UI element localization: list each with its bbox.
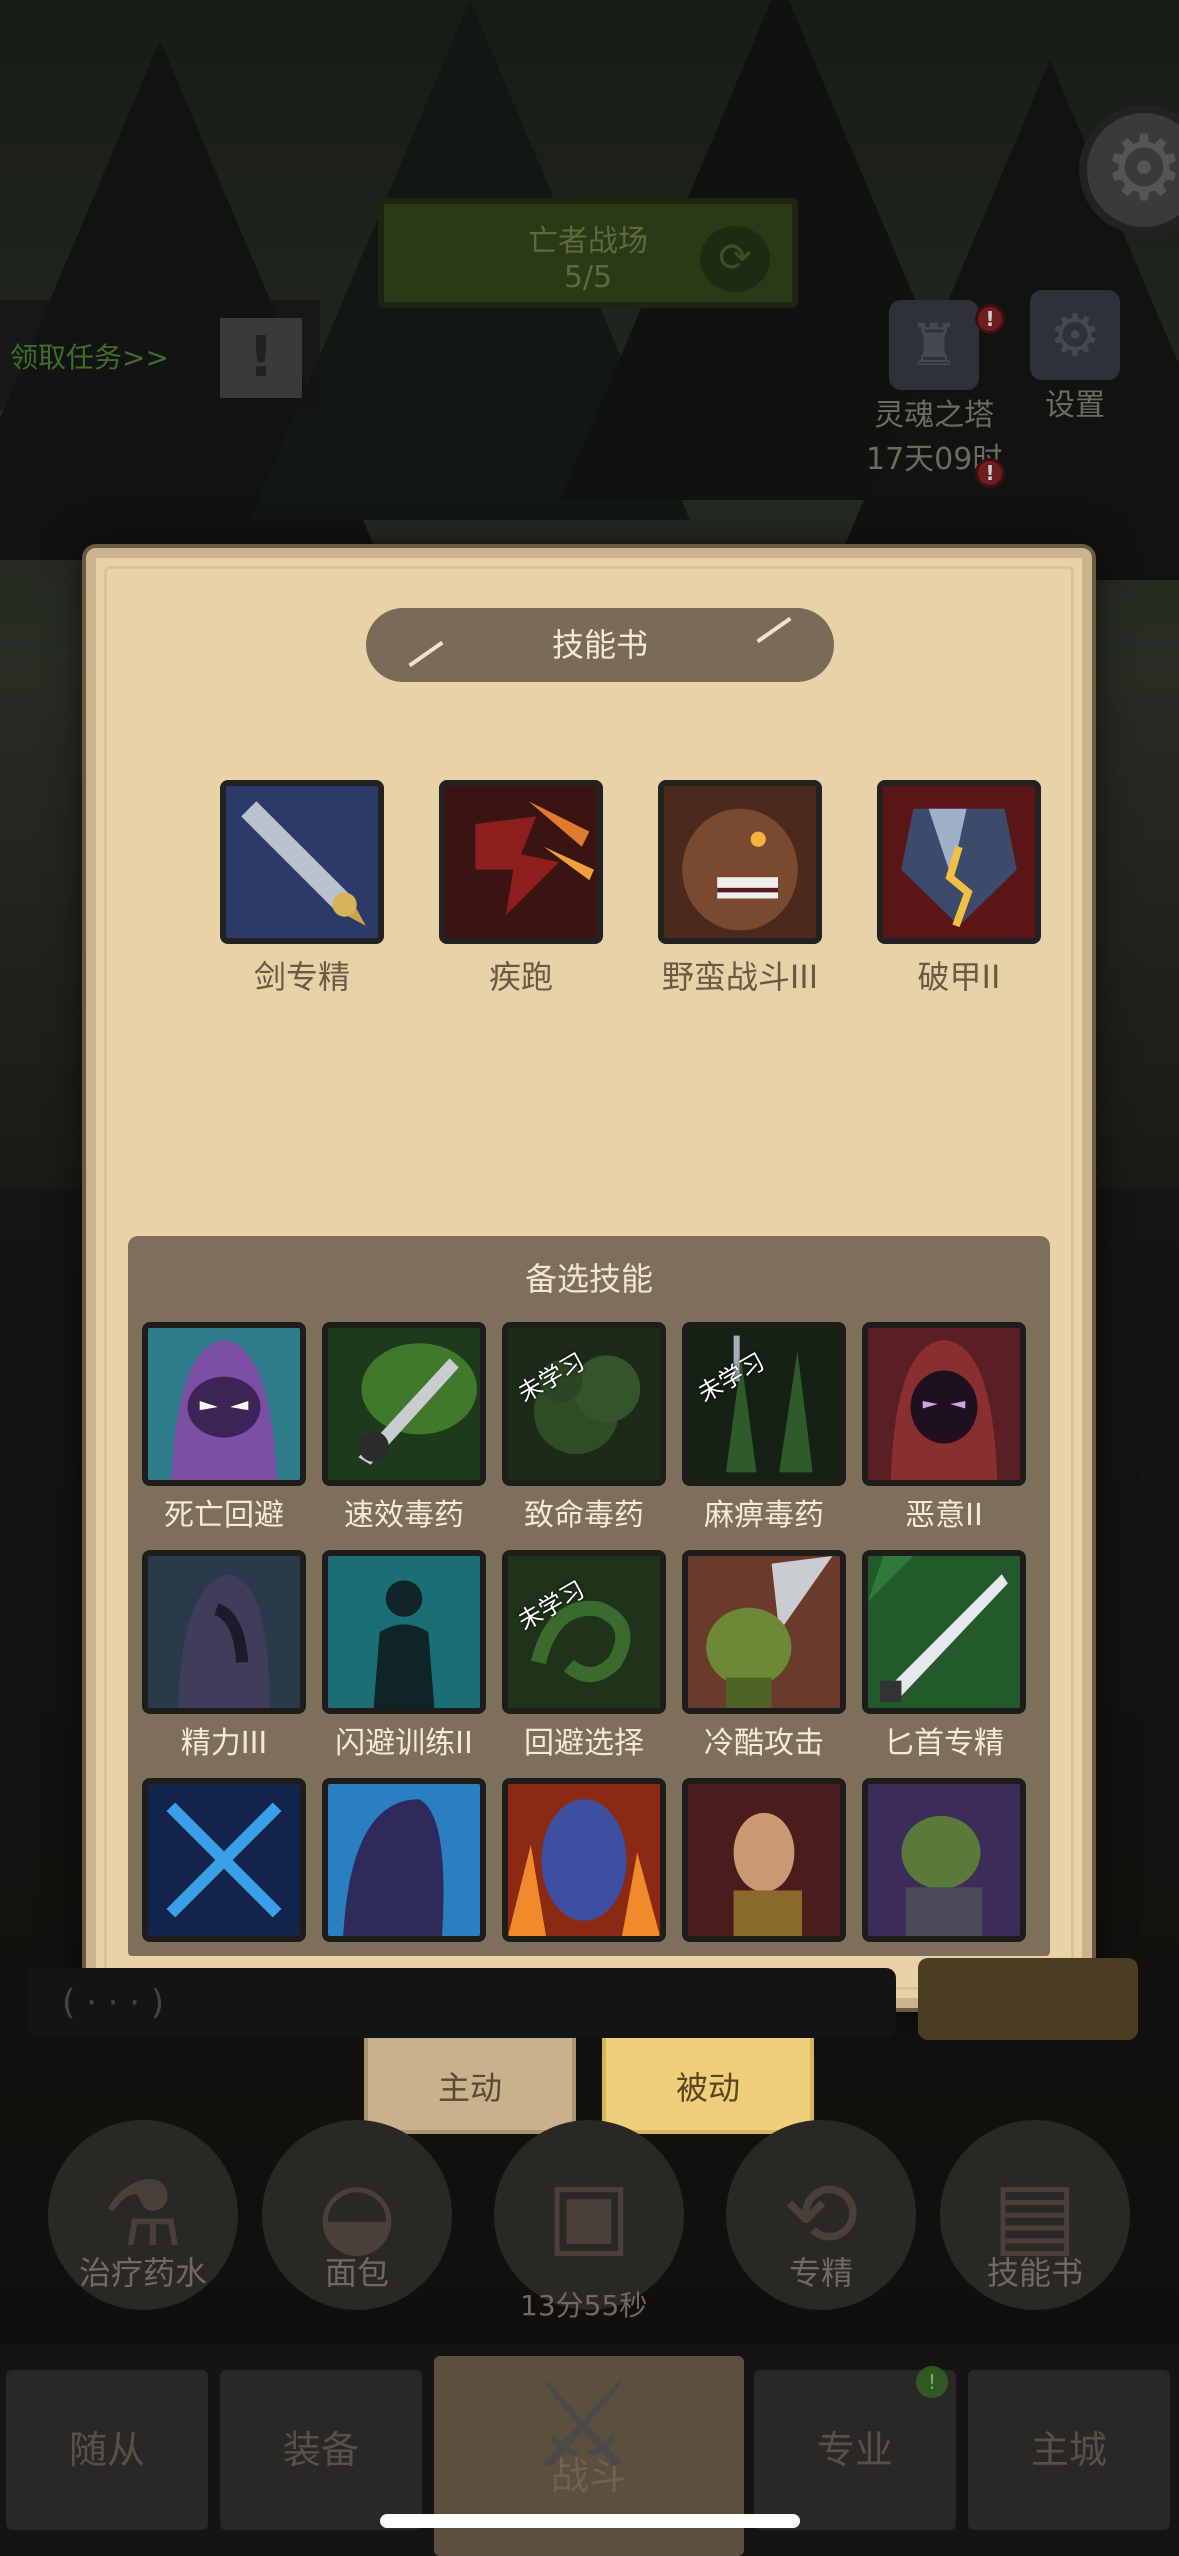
bar-button[interactable]	[918, 1958, 1138, 2040]
equipped-skill[interactable]: 破甲II	[877, 780, 1041, 998]
crossed-blades-icon	[142, 1778, 306, 1942]
tower-label: 灵魂之塔	[874, 398, 995, 433]
werewolf-icon	[658, 780, 822, 944]
skill-label: 恶意II	[905, 1498, 983, 1533]
candidate-skill[interactable]: 精力III	[142, 1550, 306, 1762]
cog-icon: ⚙	[1030, 290, 1120, 380]
skill-label: 疾跑	[488, 958, 553, 996]
candidate-title: 备选技能	[524, 1260, 653, 1298]
tower-icon: ♜	[889, 300, 980, 390]
quest-bar[interactable]: 领取任务>> !	[0, 300, 320, 410]
consumable-label: 治疗药水	[78, 2254, 207, 2292]
candidate-skill[interactable]: 匕首专精	[862, 1550, 1026, 1762]
consumable-label: 专精	[788, 2254, 853, 2292]
broken-armor-icon	[877, 780, 1041, 944]
candidate-skill[interactable]	[142, 1778, 306, 1942]
skill-label: 匕首专精	[884, 1726, 1004, 1761]
skill-label: 死亡回避	[164, 1498, 284, 1533]
chest-timer: 13分55秒	[520, 2289, 648, 2322]
consumable-label: 技能书	[986, 2254, 1083, 2292]
alert-icon[interactable]: !	[220, 318, 302, 398]
consumable-slot[interactable]: ▤ 技能书	[940, 2120, 1130, 2310]
notification-dot: !	[916, 2366, 948, 2398]
quest-text[interactable]: 领取任务>>	[10, 336, 169, 376]
consumable-slot[interactable]: ⟲ 专精	[726, 2120, 916, 2310]
fist-blade-icon	[682, 1550, 846, 1714]
skill-label: 麻痹毒药	[704, 1498, 824, 1533]
fire-face-icon	[502, 1778, 666, 1942]
skill-label: 剑专精	[253, 958, 350, 996]
dialog-title: 技能书	[551, 626, 648, 664]
candidate-skill[interactable]: 未学习 致命毒药	[502, 1322, 666, 1534]
poison-cloud-icon: 未学习	[502, 1322, 666, 1486]
candidate-skill[interactable]	[322, 1778, 486, 1942]
skill-label: 致命毒药	[524, 1498, 644, 1533]
chest-slot[interactable]: ▣	[494, 2120, 684, 2310]
dash-icon	[439, 780, 603, 944]
skill-book-dialog: 技能书 剑专精 疾跑 野蛮战斗III 破甲II 备选技能 死亡回避 速效毒药 未…	[86, 548, 1092, 2008]
tab-passive-skills[interactable]: 被动	[602, 2034, 814, 2134]
nav-main-city[interactable]: 主城	[968, 2370, 1170, 2530]
skill-label: 闪避训练II	[335, 1726, 473, 1761]
green-swirl-icon: 未学习	[502, 1550, 666, 1714]
swap-icon[interactable]: ⟳	[700, 226, 770, 292]
equipped-skill[interactable]: 剑专精	[220, 780, 384, 998]
consumable-slot[interactable]: ⚗ 治疗药水	[48, 2120, 238, 2310]
warrior-portrait-icon	[682, 1778, 846, 1942]
candidate-skill[interactable]: 未学习 麻痹毒药	[682, 1322, 846, 1534]
silhouette-icon	[322, 1550, 486, 1714]
settings-label: 设置	[1045, 388, 1105, 423]
equipped-skill[interactable]: 野蛮战斗III	[658, 780, 822, 998]
equipped-skill[interactable]: 疾跑	[439, 780, 603, 998]
blue-hood-icon	[322, 1778, 486, 1942]
poison-dagger-icon	[322, 1322, 486, 1486]
nav-equipment[interactable]: 装备	[220, 2370, 422, 2530]
hooded-mask-icon	[142, 1322, 306, 1486]
candidate-skill[interactable]: 恶意II	[862, 1322, 1026, 1534]
candidate-skills-panel[interactable]: 备选技能 死亡回避 速效毒药 未学习 致命毒药 未学习 麻痹毒药 恶意II 精力…	[128, 1236, 1050, 1956]
chest-icon: ▣	[494, 2120, 684, 2310]
crossed-swords-icon: ⚔	[529, 2356, 637, 2495]
candidate-skill[interactable]	[862, 1778, 1026, 1942]
tab-active-skills[interactable]: 主动	[364, 2034, 576, 2134]
settings-button[interactable]: ⚙ 设置	[1030, 290, 1120, 424]
consumable-slot[interactable]: ◒ 面包	[262, 2120, 452, 2310]
notification-dot: !	[975, 458, 1005, 488]
candidate-skill[interactable]: 死亡回避	[142, 1322, 306, 1534]
equipped-skills: 剑专精 疾跑 野蛮战斗III 破甲II	[136, 780, 1041, 1000]
dialog-title-plate: 技能书	[366, 608, 834, 682]
consumable-label: 面包	[324, 2254, 389, 2292]
skill-label: 冷酷攻击	[704, 1726, 824, 1761]
hooded-figure-icon	[862, 1322, 1026, 1486]
sword-icon	[220, 780, 384, 944]
goblin-icon	[862, 1778, 1026, 1942]
notification-dot: !	[975, 304, 1005, 334]
home-indicator[interactable]	[380, 2514, 800, 2528]
shadow-hood-icon	[142, 1550, 306, 1714]
message-bar: ( · · · )	[26, 1968, 896, 2038]
skill-label: 精力III	[180, 1726, 268, 1761]
candidate-skill[interactable]: 未学习 回避选择	[502, 1550, 666, 1762]
poison-drip-icon: 未学习	[682, 1322, 846, 1486]
skill-label: 破甲II	[917, 958, 1001, 996]
skill-label: 野蛮战斗III	[661, 958, 819, 996]
skill-label: 回避选择	[524, 1726, 644, 1761]
candidate-skill[interactable]: 速效毒药	[322, 1322, 486, 1534]
candidate-skill[interactable]: 闪避训练II	[322, 1550, 486, 1762]
nav-followers[interactable]: 随从	[6, 2370, 208, 2530]
candidate-skill[interactable]	[682, 1778, 846, 1942]
skill-label: 速效毒药	[344, 1498, 464, 1533]
candidate-skill[interactable]	[502, 1778, 666, 1942]
zone-banner[interactable]: 亡者战场 5/5 ⟳	[378, 198, 798, 308]
dagger-icon	[862, 1550, 1026, 1714]
candidate-skill[interactable]: 冷酷攻击	[682, 1550, 846, 1762]
